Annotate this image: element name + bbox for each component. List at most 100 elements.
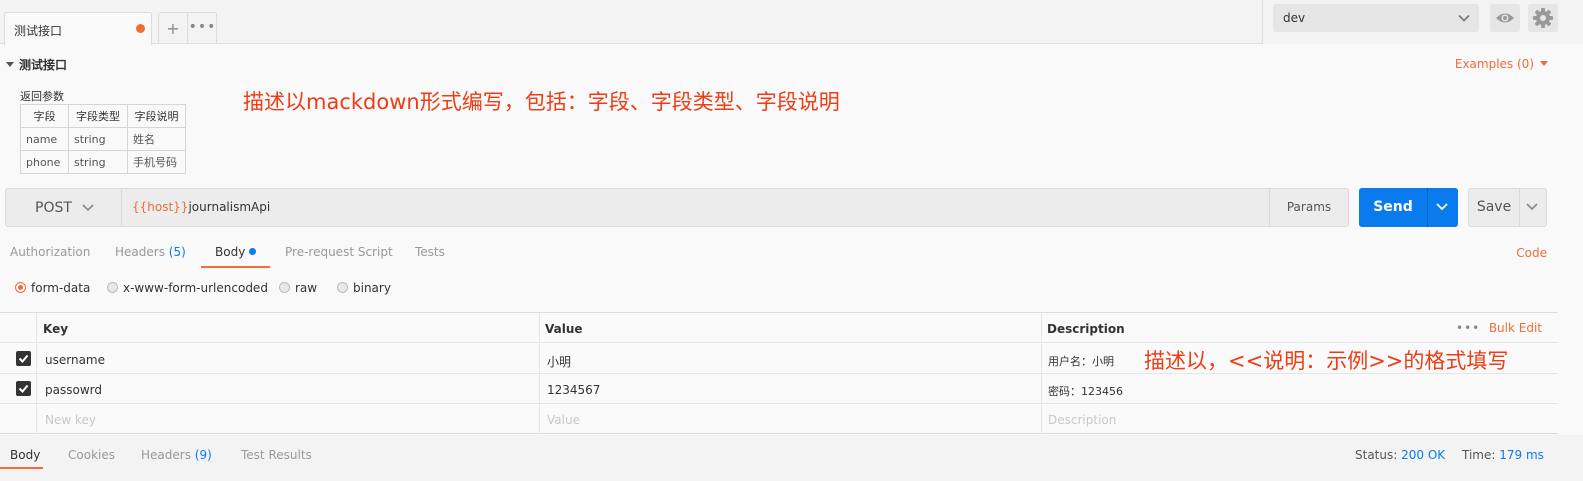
radio-label: form-data — [31, 281, 91, 295]
description-cell: string — [68, 150, 128, 174]
tab-headers[interactable]: Headers (5) — [115, 245, 186, 259]
caret-down-icon — [1540, 61, 1548, 66]
key-cell[interactable]: passowrd — [36, 374, 539, 404]
description-placeholder: Description — [1048, 413, 1117, 427]
body-indicator-dot — [249, 248, 257, 255]
radio-binary[interactable]: binary — [337, 281, 391, 295]
description-header-cell: 字段 — [20, 104, 69, 128]
tab-more-button[interactable]: ••• — [188, 13, 217, 44]
environment-value: dev — [1283, 11, 1306, 25]
description-table: 字段 字段类型 字段说明 name string 姓名 phone string… — [20, 104, 186, 174]
value-value: 1234567 — [547, 383, 601, 397]
request-name-label: 测试接口 — [19, 58, 68, 72]
radio-circle — [279, 282, 290, 293]
time-value: 179 ms — [1499, 448, 1544, 462]
value-cell[interactable]: 1234567 — [539, 374, 1041, 404]
annotation-top: 描述以mackdown形式编写，包括：字段、字段类型、字段说明 — [243, 90, 840, 114]
tab-prerequest-script[interactable]: Pre-request Script — [285, 245, 393, 259]
save-button[interactable]: Save — [1468, 188, 1547, 227]
description-value: 用户名：小明 — [1048, 355, 1114, 368]
response-time: Time: 179 ms — [1462, 448, 1544, 462]
radio-form-data[interactable]: form-data — [15, 281, 90, 295]
checkmark-icon — [18, 354, 29, 363]
send-label: Send — [1373, 199, 1413, 215]
value-value: 小明 — [547, 355, 572, 369]
tab-title: 测试接口 — [14, 24, 63, 38]
description-cell: name — [20, 127, 69, 151]
key-value: passowrd — [45, 383, 102, 397]
new-key-input[interactable]: New key — [36, 404, 539, 434]
tab-active-request[interactable]: 测试接口 — [4, 12, 152, 45]
key-cell[interactable]: username — [36, 344, 539, 374]
environment-quick-look-button[interactable] — [1490, 4, 1520, 32]
new-tab-button[interactable]: + — [159, 13, 188, 44]
tab-bar: 测试接口 + ••• dev — [0, 0, 1583, 45]
response-tab-headers[interactable]: Headers (9) — [141, 448, 212, 462]
description-header-cell: 字段说明 — [127, 104, 186, 128]
response-headers-count: (9) — [194, 448, 212, 462]
code-link[interactable]: Code — [1516, 246, 1547, 260]
response-active-underline — [0, 467, 43, 469]
method-value: POST — [35, 200, 72, 216]
chevron-down-icon[interactable] — [1526, 202, 1538, 212]
chevron-down-icon[interactable] — [1436, 202, 1448, 212]
value-cell[interactable]: 小明 — [539, 344, 1041, 374]
description-cell[interactable]: 密码：123456 — [1041, 374, 1558, 404]
description-header-cell: 字段类型 — [68, 104, 128, 128]
tab-authorization[interactable]: Authorization — [10, 245, 90, 259]
eye-icon — [1496, 13, 1514, 23]
save-divider — [1519, 189, 1520, 226]
value-header: Value — [545, 322, 583, 336]
gear-icon — [1533, 8, 1553, 28]
method-select[interactable]: POST — [6, 189, 122, 226]
url-path: journalismApi — [188, 200, 271, 214]
response-tab-body[interactable]: Body — [10, 448, 40, 462]
key-value: username — [45, 353, 105, 367]
url-input[interactable]: {{host}}journalismApi — [132, 200, 270, 214]
value-column: Value — [539, 313, 1041, 343]
chevron-down-icon — [1458, 14, 1470, 22]
status-label: Status: — [1355, 448, 1398, 462]
environment-area: dev — [1262, 0, 1583, 44]
table-row: passowrd 1234567 密码：123456 — [0, 374, 1558, 404]
radio-urlencoded[interactable]: x-www-form-urlencoded — [107, 281, 268, 295]
new-description-input[interactable]: Description — [1041, 404, 1558, 434]
send-button[interactable]: Send — [1359, 188, 1458, 227]
examples-dropdown[interactable]: Examples (0) — [1455, 57, 1548, 71]
time-label: Time: — [1462, 448, 1496, 462]
row-checkbox[interactable] — [16, 381, 31, 396]
chevron-down-icon — [82, 204, 94, 212]
checkmark-icon — [18, 384, 29, 393]
environment-select[interactable]: dev — [1273, 4, 1479, 32]
response-bar: Body Cookies Headers (9) Test Results St… — [0, 435, 1583, 481]
key-header: Key — [43, 322, 69, 336]
radio-label: raw — [295, 281, 318, 295]
response-headers-label: Headers — [141, 448, 191, 462]
tab-body[interactable]: Body — [215, 245, 257, 259]
radio-raw[interactable]: raw — [279, 281, 317, 295]
request-name[interactable]: 测试接口 — [6, 56, 67, 73]
response-tab-cookies[interactable]: Cookies — [68, 448, 115, 462]
description-cell: string — [68, 127, 128, 151]
table-more-button[interactable]: ••• — [1456, 321, 1480, 335]
radio-label: binary — [353, 281, 391, 295]
radio-circle — [107, 282, 118, 293]
response-tab-test-results[interactable]: Test Results — [241, 448, 312, 462]
table-header-row: Key Value Description ••• Bulk Edit — [0, 313, 1558, 343]
tab-actions: + ••• — [158, 12, 217, 44]
bulk-edit-link[interactable]: Bulk Edit — [1489, 321, 1542, 335]
settings-button[interactable] — [1528, 4, 1558, 32]
new-value-input[interactable]: Value — [539, 404, 1041, 434]
description-column: Description — [1041, 313, 1558, 343]
key-placeholder: New key — [45, 413, 96, 427]
status-value: 200 OK — [1401, 448, 1446, 462]
radio-circle-selected — [15, 282, 26, 293]
params-button[interactable]: Params — [1269, 189, 1348, 226]
description-title: 返回参数 — [20, 90, 64, 103]
key-column: Key — [36, 313, 539, 343]
annotation-right: 描述以，<<说明：示例>>的格式填写 — [1144, 349, 1509, 373]
row-checkbox[interactable] — [16, 351, 31, 366]
tab-tests[interactable]: Tests — [415, 245, 445, 259]
unsaved-indicator — [136, 24, 145, 33]
url-bar: POST {{host}}journalismApi Params — [5, 188, 1349, 227]
